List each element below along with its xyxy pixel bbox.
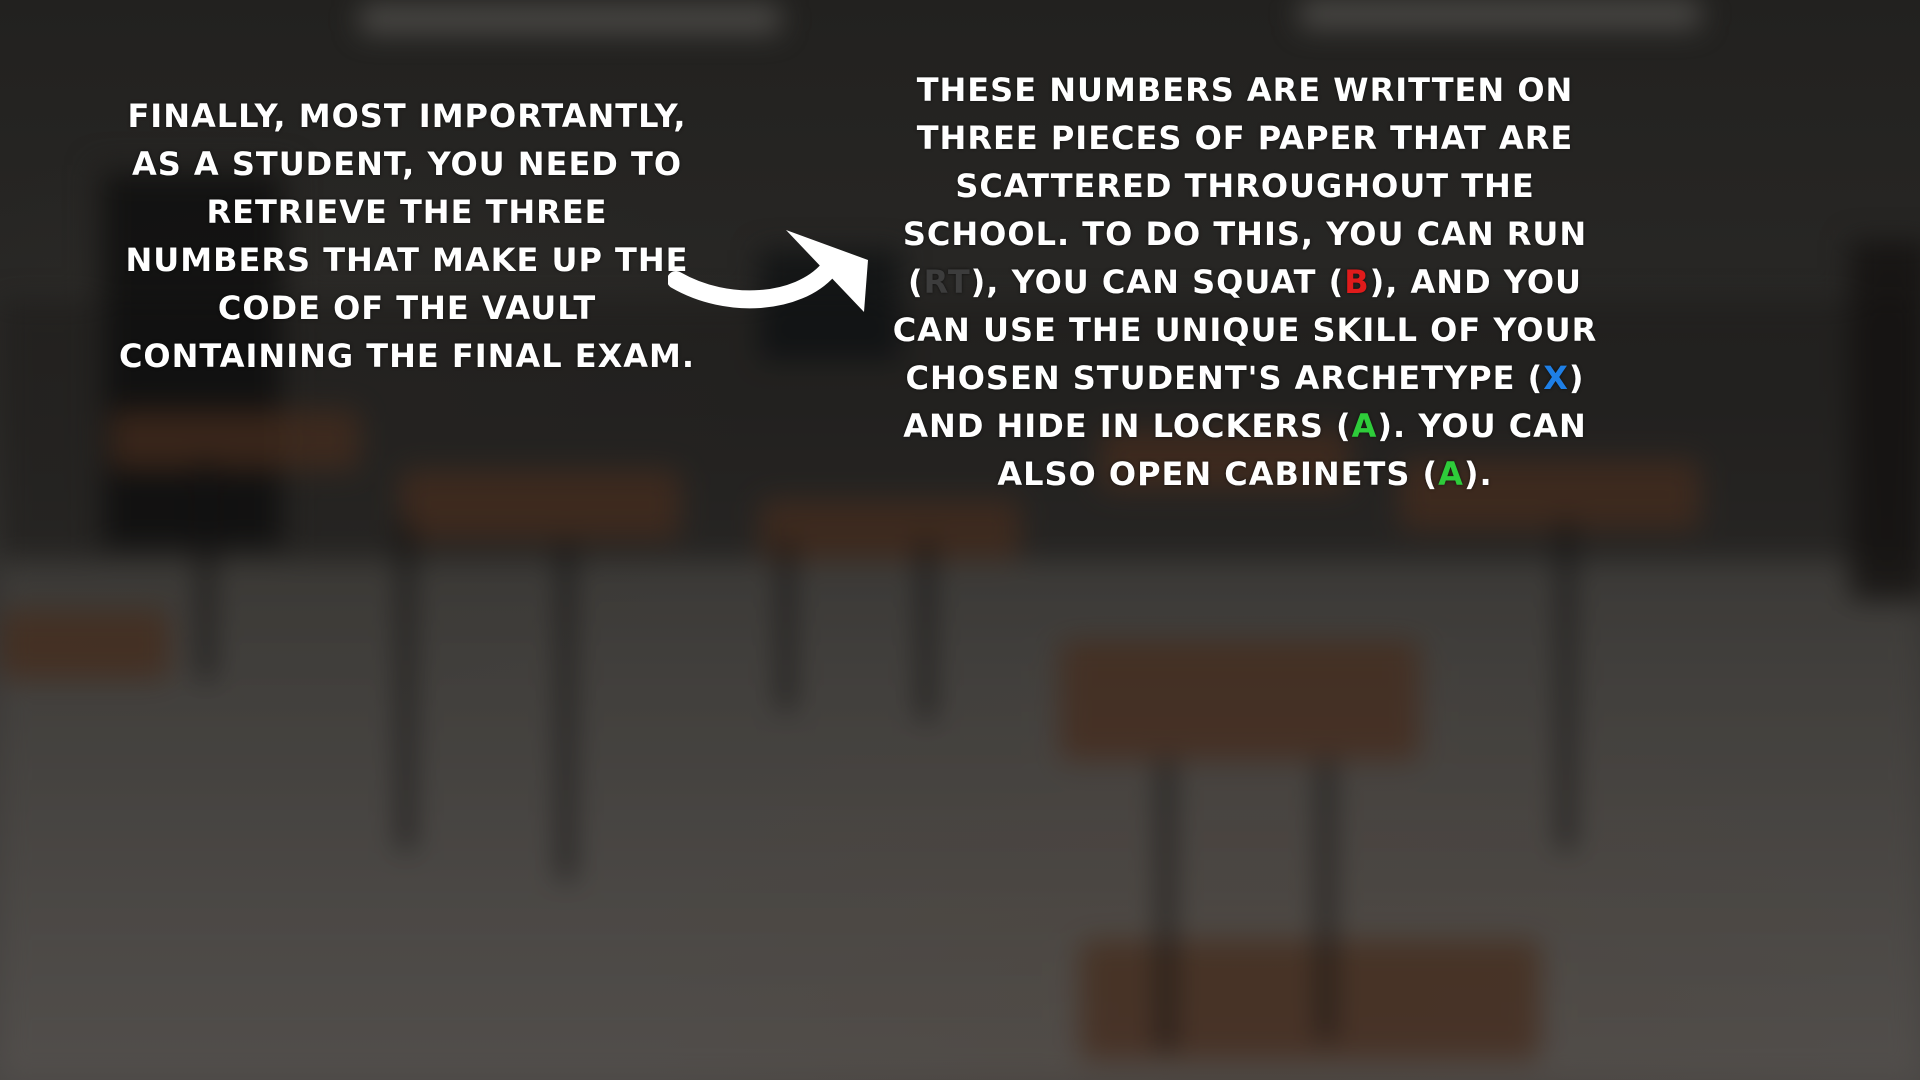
- desk-leg: [560, 540, 572, 880]
- desk-leg: [780, 540, 792, 710]
- ceiling-light: [1300, 0, 1700, 28]
- tutorial-text-left: Finally, most importantly, as a student,…: [118, 97, 696, 375]
- doorway: [1850, 240, 1920, 600]
- curved-arrow-right-icon: [668, 230, 868, 312]
- tutorial-screen: Finally, most importantly, as a student,…: [0, 0, 1920, 1080]
- desk-leg: [400, 520, 412, 850]
- desk-leg: [1320, 760, 1332, 1040]
- text-segment: ), you can squat (: [970, 263, 1345, 301]
- desk: [1080, 940, 1540, 1060]
- desk: [400, 470, 680, 540]
- ceiling-light: [360, 5, 780, 33]
- squat-key-prompt: B: [1344, 263, 1370, 301]
- hide-key-prompt: A: [1351, 407, 1378, 445]
- floor: [0, 560, 1920, 1080]
- desk-leg: [1560, 520, 1572, 850]
- run-key-prompt: RT: [923, 263, 971, 301]
- open-key-prompt: A: [1438, 455, 1464, 493]
- skill-key-prompt: X: [1543, 359, 1569, 397]
- desk: [1060, 640, 1420, 760]
- desk: [110, 410, 360, 470]
- desk-leg: [920, 540, 932, 720]
- desk-leg: [1160, 760, 1172, 1050]
- text-segment: ).: [1463, 455, 1493, 493]
- desk: [760, 500, 1020, 560]
- tutorial-text-right: These numbers are written on three piece…: [880, 66, 1610, 498]
- desk-leg: [200, 460, 212, 680]
- desk: [0, 610, 170, 680]
